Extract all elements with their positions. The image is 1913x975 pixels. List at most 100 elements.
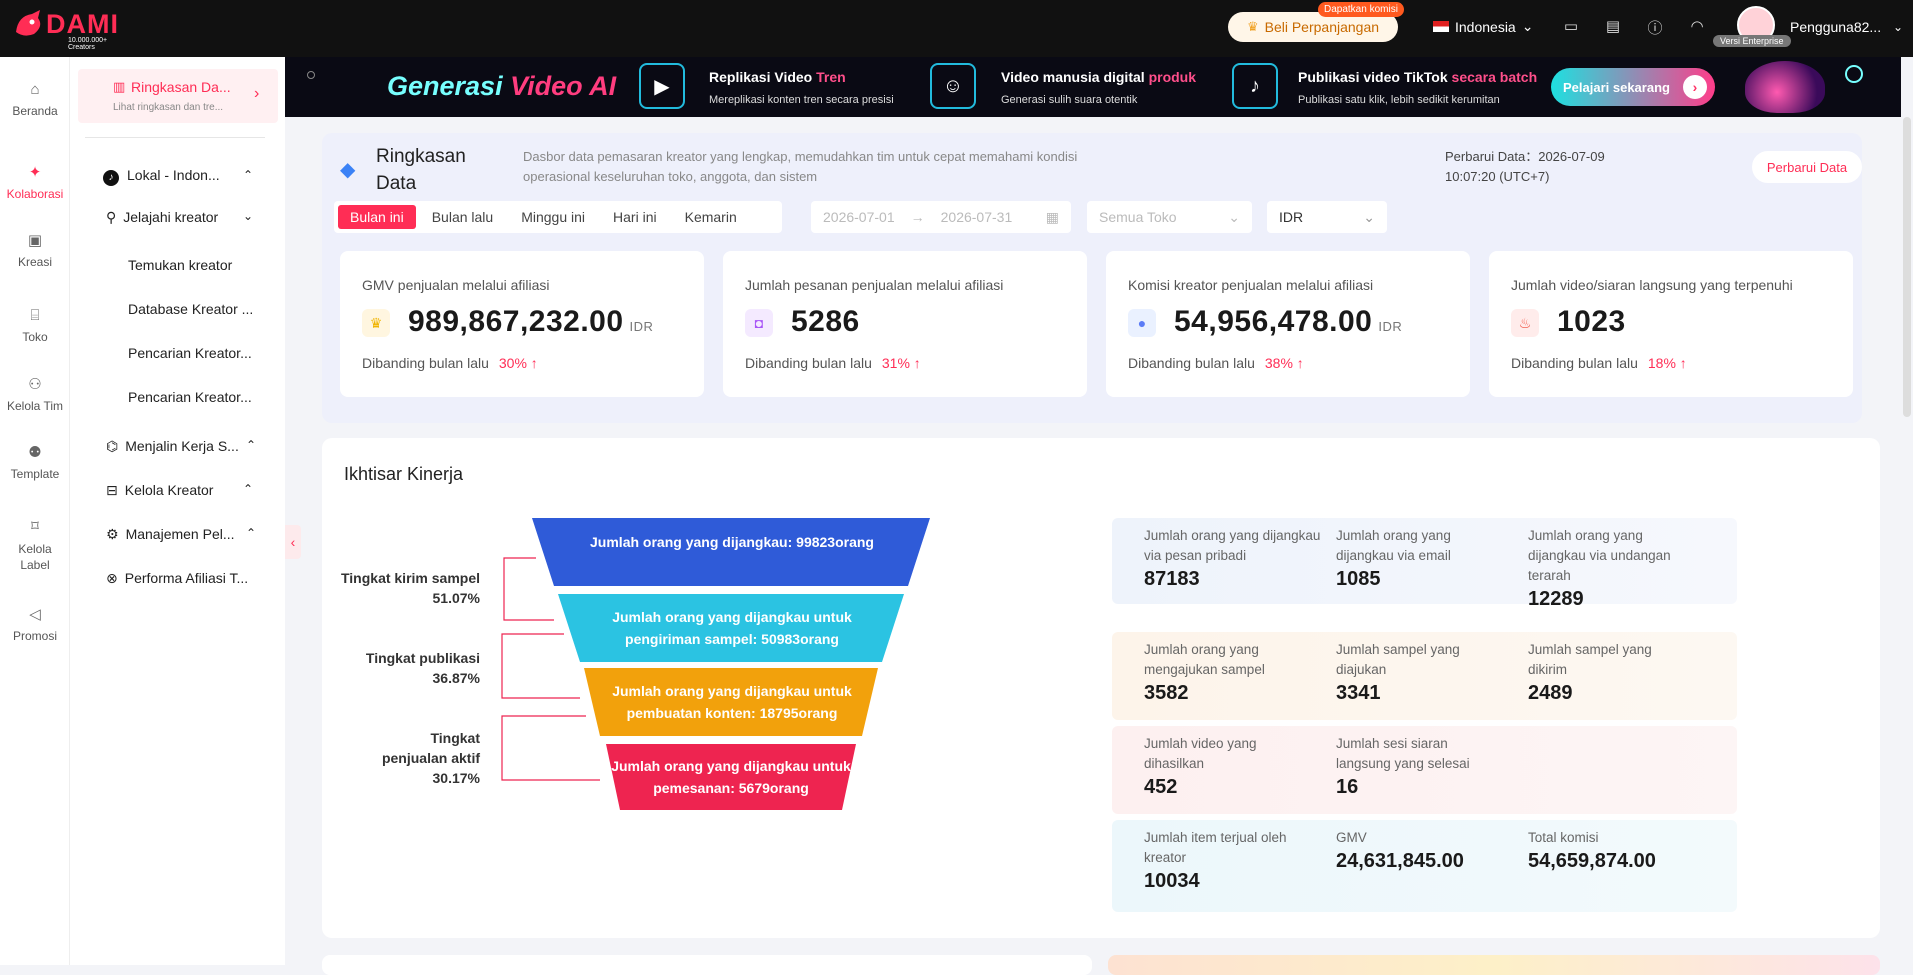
rail-label: Beranda: [12, 104, 58, 118]
nav-label: Kelola Kreator: [124, 482, 214, 498]
flag-icon: [1433, 21, 1449, 32]
chevron-up-icon[interactable]: ⌃: [243, 168, 253, 182]
kpi-number: 54,956,478.00: [1174, 305, 1373, 338]
banner-seg3-sub: Publikasi satu klik, lebih sedikit kerum…: [1298, 94, 1500, 106]
region-selector[interactable]: ♪ Lokal - Indon...: [103, 167, 220, 186]
nav-manajemen-pelanggan[interactable]: ⚙ Manajemen Pel...: [106, 526, 235, 543]
template-icon: ⚉: [28, 444, 42, 461]
seg-hl: Tren: [816, 69, 846, 85]
nav-label: Manajemen Pel...: [125, 526, 235, 542]
stat-label: Total komisi: [1528, 830, 1599, 845]
pct-value: 31%: [881, 355, 910, 371]
rail-item-kelola-label[interactable]: ⌑ Kelola Label: [0, 519, 70, 573]
stat-value: 12289: [1528, 588, 1584, 610]
nav-pencarian-kreator-2[interactable]: Pencarian Kreator...: [128, 389, 252, 405]
explore-icon: ⚲: [106, 209, 117, 225]
help-icon[interactable]: ⓘ: [1644, 17, 1666, 38]
kpi-card-gmv: GMV penjualan melalui afiliasi ♛ 989,867…: [340, 251, 704, 397]
rail-item-toko[interactable]: ⌸ Toko: [0, 307, 70, 344]
scrollbar[interactable]: [1901, 117, 1913, 965]
tab-hari-ini[interactable]: Hari ini: [601, 205, 669, 229]
stat-label: Jumlah orang yang dijangkau via email: [1336, 528, 1451, 563]
connector-1: [503, 557, 554, 621]
nav-database-kreator[interactable]: Database Kreator ...: [128, 301, 253, 317]
stat-group-reach: Jumlah orang yang dijangkau via pesan pr…: [1112, 518, 1737, 610]
kpi-card-videos: Jumlah video/siaran langsung yang terpen…: [1489, 251, 1853, 397]
seg-title: Video manusia digital: [1001, 69, 1149, 85]
chart-icon: ▥: [113, 79, 126, 94]
rail-item-kreasi[interactable]: ▣ Kreasi: [0, 231, 70, 269]
headset-icon[interactable]: ◠: [1686, 17, 1708, 38]
rail-item-kelola-tim[interactable]: ⚇ Kelola Tim: [0, 375, 70, 413]
banner-seg1-sub: Mereplikasi konten tren secara presisi: [709, 94, 894, 106]
rail-label: Kreasi: [17, 255, 52, 269]
promo-banner[interactable]: Generasi Video AI ▶ Replikasi Video Tren…: [285, 57, 1901, 117]
stat-cell: GMV 24,631,845.00: [1336, 828, 1506, 873]
next-card-right: [1108, 955, 1880, 975]
stat-cell: Jumlah orang yang mengajukan sampel 3582: [1144, 640, 1294, 705]
chevron-down-icon: ⌄: [1363, 208, 1375, 225]
kpi-label: Komisi kreator penjualan melalui afilias…: [1128, 277, 1374, 293]
rate-label: Tingkat publikasi: [365, 650, 480, 666]
nav-item-ringkasan-data[interactable]: ▥ Ringkasan Da... Lihat ringkasan dan tr…: [78, 69, 278, 123]
stat-value: 16: [1336, 776, 1359, 798]
chevron-down-icon: ⌄: [1521, 18, 1534, 34]
nav-label: Performa Afiliasi T...: [124, 570, 249, 586]
banner-title-b: Video AI: [510, 71, 617, 101]
rate-label: Tingkat penjualan aktif: [381, 730, 480, 766]
chevron-right-icon: ›: [254, 85, 260, 102]
dami-logo[interactable]: DAMI 10.000.000+ Creators: [12, 8, 119, 51]
update-data-button[interactable]: Perbarui Data: [1752, 151, 1862, 183]
store-select[interactable]: Semua Toko ⌄: [1087, 201, 1252, 233]
stat-cell: Jumlah orang yang dijangkau via undangan…: [1528, 526, 1688, 611]
chevron-up-icon[interactable]: ⌃: [246, 526, 256, 540]
chevron-up-icon[interactable]: ⌃: [246, 438, 256, 452]
stat-cell: Jumlah sampel yang dikirim 2489: [1528, 640, 1678, 705]
rail-item-promosi[interactable]: ◁ Promosi: [0, 605, 70, 643]
user-menu-chevron-icon[interactable]: ⌄: [1893, 20, 1903, 34]
stat-label: Jumlah sampel yang dikirim: [1528, 642, 1652, 677]
kpi-label: Jumlah pesanan penjualan melalui afilias…: [745, 277, 1004, 293]
currency-select[interactable]: IDR ⌄: [1267, 201, 1387, 233]
tab-bulan-ini[interactable]: Bulan ini: [338, 205, 416, 229]
pct-value: 38%: [1264, 355, 1293, 371]
region-label: Lokal - Indon...: [127, 167, 220, 183]
date-range-picker[interactable]: 2026-07-01 → 2026-07-31 ▦: [811, 201, 1071, 233]
nav-temukan-kreator[interactable]: Temukan kreator: [128, 257, 232, 273]
language-selector[interactable]: Indonesia ⌄: [1433, 18, 1533, 35]
document-icon[interactable]: ▤: [1602, 17, 1624, 38]
kpi-label: GMV penjualan melalui afiliasi: [362, 277, 550, 293]
connector-2: [501, 633, 580, 699]
rail-item-kolaborasi[interactable]: ✦ Kolaborasi: [0, 163, 70, 201]
nav-kelola-kreator[interactable]: ⊟ Kelola Kreator: [106, 482, 213, 499]
side-nav: ▥ Ringkasan Da... Lihat ringkasan dan tr…: [70, 57, 285, 965]
rail-item-template[interactable]: ⚉ Template: [0, 443, 70, 481]
stat-value: 10034: [1144, 870, 1200, 892]
stat-cell: Jumlah sampel yang diajukan 3341: [1336, 640, 1486, 705]
renew-label: Beli Perpanjangan: [1264, 19, 1380, 35]
robot-mascot-icon: [1745, 61, 1825, 113]
nav-menjalin-kerja-sama[interactable]: ⌬ Menjalin Kerja S...: [106, 438, 239, 455]
collapse-sidebar-button[interactable]: ‹: [285, 525, 301, 559]
scrollbar-thumb[interactable]: [1903, 117, 1911, 417]
kpi-compare: Dibanding bulan lalu 31% ↑: [745, 355, 921, 371]
rate-value: 30.17%: [432, 770, 480, 786]
kpi-unit: IDR: [629, 319, 654, 334]
message-icon[interactable]: ▭: [1560, 17, 1582, 38]
kpi-change: 18% ↑: [1648, 355, 1687, 371]
chevron-down-icon[interactable]: ⌄: [243, 209, 253, 223]
rail-label: Kelola Tim: [6, 399, 64, 413]
tab-kemarin[interactable]: Kemarin: [673, 205, 749, 229]
tab-minggu-ini[interactable]: Minggu ini: [509, 205, 597, 229]
learn-now-button[interactable]: Pelajari sekarang ›: [1551, 68, 1715, 106]
rail-item-beranda[interactable]: ⌂ Beranda: [0, 81, 70, 118]
banner-close-icon[interactable]: [1845, 65, 1863, 83]
stat-value: 452: [1144, 776, 1178, 798]
chevron-up-icon[interactable]: ⌃: [243, 482, 253, 496]
nav-pencarian-kreator-1[interactable]: Pencarian Kreator...: [128, 345, 252, 361]
username[interactable]: Pengguna82...: [1790, 19, 1881, 35]
nav-performa-afiliasi[interactable]: ⊗ Performa Afiliasi T...: [106, 570, 248, 587]
nav-jelajahi-kreator[interactable]: ⚲ Jelajahi kreator: [106, 209, 218, 226]
tab-bulan-lalu[interactable]: Bulan lalu: [420, 205, 506, 229]
stat-cell: Jumlah orang yang dijangkau via pesan pr…: [1144, 526, 1324, 591]
